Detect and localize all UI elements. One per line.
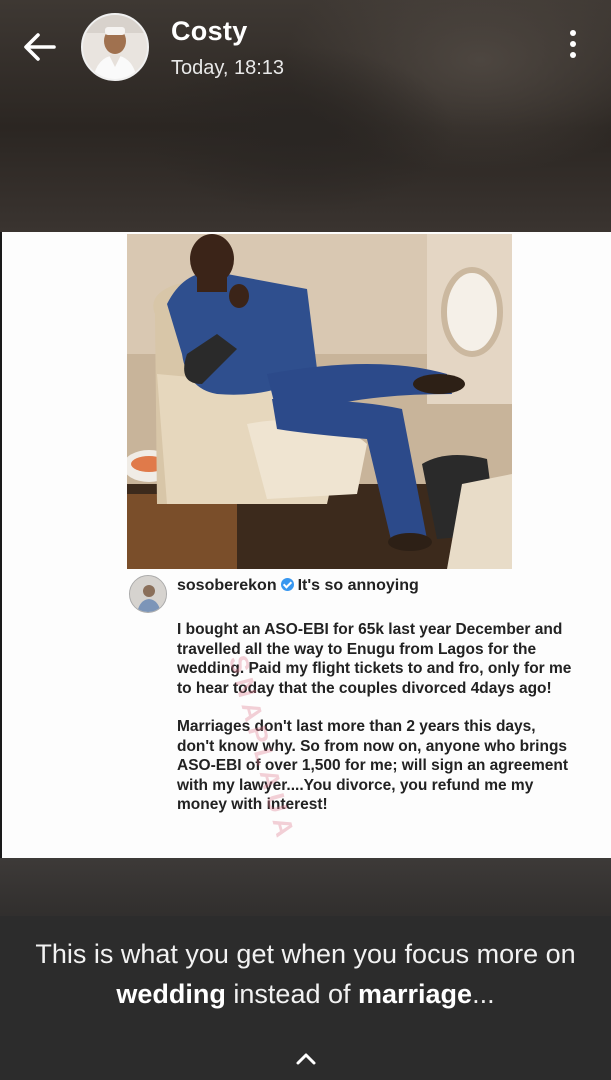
chevron-up-icon <box>296 1053 316 1065</box>
instagram-post-header: sosoberekon It's so annoying <box>177 577 419 595</box>
status-caption: This is what you get when you focus more… <box>20 934 591 1014</box>
instagram-post-title: It's so annoying <box>297 577 419 594</box>
jet-cabin-photo <box>127 234 512 569</box>
status-timestamp: Today, 18:13 <box>171 57 285 79</box>
caption-text: ... <box>472 979 495 1009</box>
caption-text: instead of <box>225 979 358 1009</box>
more-options-button[interactable] <box>561 30 585 64</box>
avatar-photo <box>83 15 147 79</box>
caption-paragraph: Marriages don't last more than 2 years t… <box>177 718 569 813</box>
avatar-photo <box>130 576 166 612</box>
verified-badge-icon <box>280 578 294 591</box>
caption-bold-text: marriage <box>358 979 473 1009</box>
post-photo <box>127 234 512 569</box>
reply-swipe-up-button[interactable] <box>294 1048 318 1068</box>
contact-name[interactable]: Costy <box>171 16 248 47</box>
status-image: sosoberekon It's so annoying I bought an … <box>2 232 611 858</box>
contact-avatar[interactable] <box>81 13 149 81</box>
back-button[interactable] <box>18 26 62 70</box>
status-header: Costy Today, 18:13 <box>0 0 611 96</box>
instagram-caption: I bought an ASO-EBI for 65k last year De… <box>177 620 577 834</box>
more-vertical-icon <box>561 30 585 58</box>
caption-bold-text: wedding <box>116 979 226 1009</box>
instagram-avatar <box>129 575 167 613</box>
caption-text: This is what you get when you focus more… <box>35 939 576 969</box>
instagram-username: sosoberekon <box>177 577 277 594</box>
arrow-left-icon <box>24 33 56 61</box>
